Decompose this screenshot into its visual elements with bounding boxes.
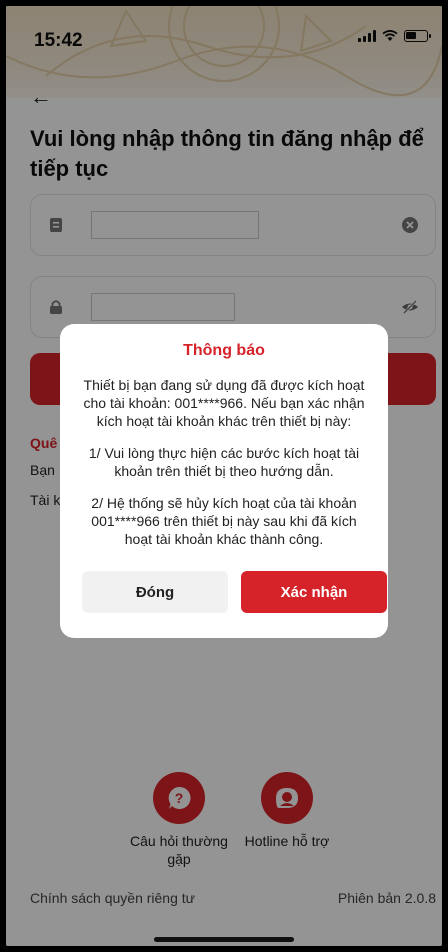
- notification-dialog: Thông báo Thiết bị bạn đang sử dụng đã đ…: [60, 324, 388, 638]
- dialog-title: Thông báo: [183, 342, 265, 359]
- dialog-message: Thiết bị bạn đang sử dụng đã được kích h…: [83, 377, 365, 429]
- confirm-button[interactable]: Xác nhận: [241, 571, 387, 613]
- app-screen: 15:42 ← Vui lòng nhập thông tin đăng nhậ…: [6, 6, 442, 946]
- home-indicator: [154, 937, 294, 942]
- dialog-step-2: 2/ Hệ thống sẽ hủy kích hoạt của tài kho…: [91, 495, 357, 547]
- dialog-body: Thiết bị bạn đang sử dụng đã được kích h…: [76, 376, 372, 562]
- dialog-step-1: 1/ Vui lòng thực hiện các bước kích hoạt…: [88, 445, 360, 479]
- close-button[interactable]: Đóng: [82, 571, 228, 613]
